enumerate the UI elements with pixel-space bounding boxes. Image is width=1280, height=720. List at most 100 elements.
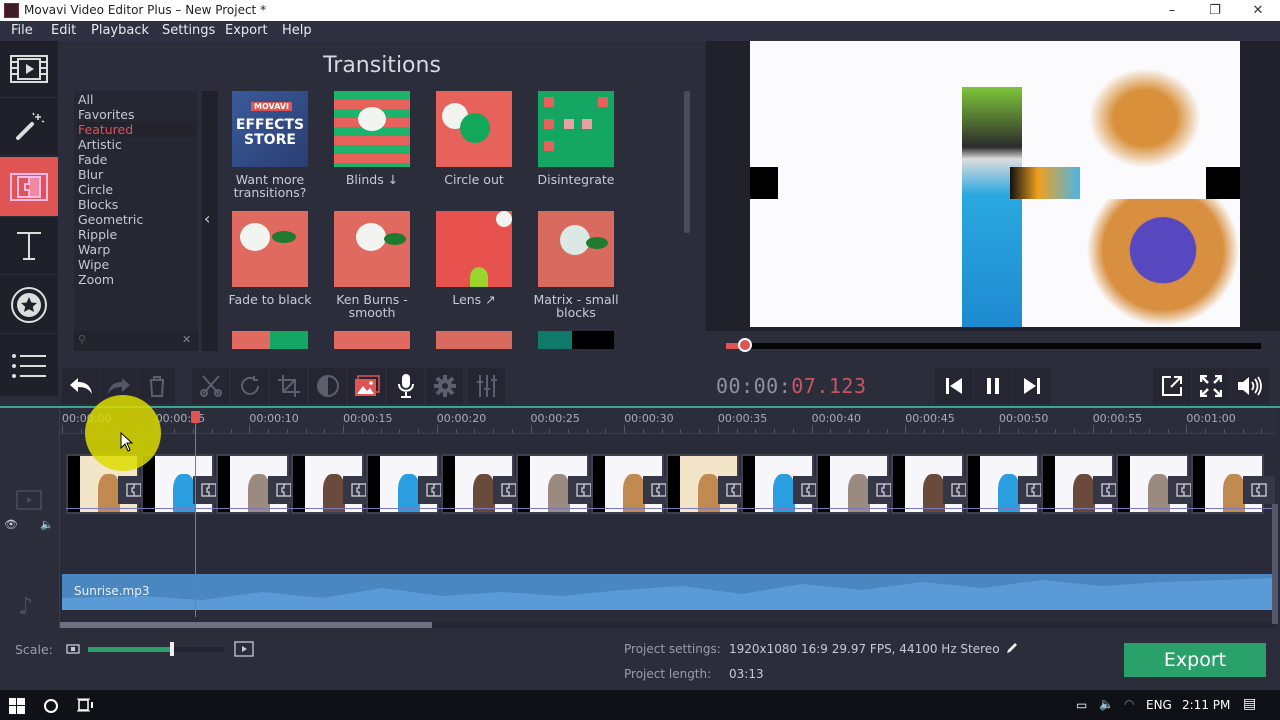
category-artistic[interactable]: Artistic <box>77 137 195 152</box>
tool-import-media[interactable] <box>0 41 58 98</box>
category-zoom[interactable]: Zoom <box>77 272 195 287</box>
menu-export[interactable]: Export <box>225 23 268 38</box>
pause-button[interactable] <box>974 368 1012 404</box>
category-blocks[interactable]: Blocks <box>77 197 195 212</box>
menu-settings[interactable]: Settings <box>162 23 215 38</box>
category-circle[interactable]: Circle <box>77 182 195 197</box>
menu-help[interactable]: Help <box>282 23 312 38</box>
previous-frame-button[interactable] <box>935 368 973 404</box>
ruler-tick <box>493 429 495 433</box>
speaker-icon[interactable]: 🔈 <box>40 518 54 531</box>
tile-effects-store[interactable]: MOVAVI EFFECTS STORE <box>232 91 308 167</box>
tool-transitions[interactable] <box>0 157 58 217</box>
crop-button[interactable] <box>270 368 307 404</box>
timeline-vscrollbar[interactable] <box>1272 504 1278 624</box>
action-center-icon[interactable]: ▤ <box>1243 696 1256 712</box>
record-voiceover-button[interactable] <box>387 368 424 404</box>
export-button[interactable]: Export <box>1124 643 1266 677</box>
seek-handle[interactable] <box>738 338 753 352</box>
clip-properties-button[interactable] <box>348 368 385 404</box>
tile-matrix-small-blocks[interactable] <box>538 211 614 287</box>
scale-slider-handle[interactable] <box>170 642 175 656</box>
project-length-label: Project length: <box>624 667 712 681</box>
tile-disintegrate[interactable] <box>538 91 614 167</box>
category-featured[interactable]: Featured <box>77 122 195 137</box>
next-frame-button[interactable] <box>1013 368 1051 404</box>
tile-partial[interactable] <box>538 331 614 349</box>
playhead[interactable] <box>191 411 200 617</box>
tile-partial[interactable] <box>232 331 308 349</box>
category-search-input[interactable]: ⚲ ✕ <box>74 331 198 351</box>
category-blur[interactable]: Blur <box>77 167 195 182</box>
fullscreen-button[interactable] <box>1192 368 1230 404</box>
menu-edit[interactable]: Edit <box>51 23 76 38</box>
collapse-categories-button[interactable]: ‹ <box>202 91 218 351</box>
audio-clip[interactable]: Sunrise.mp3 <box>62 574 1274 610</box>
preview-seek-bar[interactable] <box>706 331 1280 361</box>
ruler-tick <box>343 425 345 433</box>
color-adjust-button[interactable] <box>309 368 346 404</box>
clock[interactable]: 2:11 PM <box>1182 698 1230 712</box>
edit-pencil-icon[interactable] <box>1005 641 1019 655</box>
volume-button[interactable] <box>1231 368 1269 404</box>
ruler-tick <box>399 429 401 433</box>
menu-playback[interactable]: Playback <box>91 23 149 38</box>
restore-button[interactable]: ❐ <box>1193 0 1237 21</box>
tool-more[interactable] <box>0 337 58 394</box>
volume-tray-icon[interactable]: 🔈 <box>1099 697 1114 711</box>
ruler-tick <box>605 429 607 433</box>
menu-file[interactable]: File <box>11 23 33 38</box>
undo-button[interactable] <box>62 368 99 404</box>
language-indicator[interactable]: ENG <box>1146 698 1172 712</box>
tile-fade-to-black[interactable] <box>232 211 308 287</box>
search-clear-icon[interactable]: ✕ <box>182 333 191 346</box>
delete-button[interactable] <box>138 368 175 404</box>
tool-stickers[interactable] <box>0 277 58 334</box>
time-ruler[interactable]: 00:00:0000:00:0500:00:1000:00:1500:00:20… <box>60 408 1276 434</box>
zoom-out-icon[interactable] <box>66 644 80 654</box>
clip-thumbnail <box>998 474 1020 512</box>
split-button[interactable] <box>192 368 229 404</box>
zoom-in-icon[interactable] <box>234 641 254 657</box>
panel-scrollbar[interactable] <box>684 91 690 233</box>
category-wipe[interactable]: Wipe <box>77 257 195 272</box>
volume-icon <box>1238 376 1262 396</box>
close-button[interactable]: ✕ <box>1236 0 1280 21</box>
video-track <box>66 454 1276 516</box>
category-all[interactable]: All <box>77 92 195 107</box>
ruler-tick <box>530 425 532 433</box>
tile-ken-burns[interactable] <box>334 211 410 287</box>
track-headers: 👁 🔈 ♪ <box>0 408 60 630</box>
battery-icon[interactable]: ▭ <box>1076 698 1087 712</box>
track-volume-line <box>66 508 1276 509</box>
category-warp[interactable]: Warp <box>77 242 195 257</box>
cortana-icon[interactable] <box>43 698 59 714</box>
playhead-handle[interactable] <box>191 411 200 423</box>
task-view-icon[interactable] <box>77 698 93 712</box>
rotate-button[interactable] <box>231 368 268 404</box>
transition-icon <box>876 483 892 497</box>
minimize-button[interactable]: – <box>1150 0 1194 21</box>
tile-circle-out[interactable] <box>436 91 512 167</box>
windows-start-icon[interactable] <box>9 698 25 714</box>
category-favorites[interactable]: Favorites <box>77 107 195 122</box>
sticker-star-icon <box>11 287 47 323</box>
settings-button[interactable] <box>426 368 463 404</box>
ruler-tick <box>361 429 363 433</box>
tile-lens[interactable] <box>436 211 512 287</box>
eye-icon[interactable]: 👁 <box>4 518 18 531</box>
detach-preview-button[interactable] <box>1153 368 1191 404</box>
tile-partial[interactable] <box>436 331 512 349</box>
transition-marker[interactable] <box>1243 476 1275 504</box>
tile-blinds[interactable] <box>334 91 410 167</box>
category-fade[interactable]: Fade <box>77 152 195 167</box>
tool-filters[interactable] <box>0 99 58 156</box>
tool-titles[interactable] <box>0 218 58 275</box>
transition-icon <box>501 483 517 497</box>
category-ripple[interactable]: Ripple <box>77 227 195 242</box>
ruler-tick <box>211 429 213 433</box>
tile-partial[interactable] <box>334 331 410 349</box>
wifi-icon[interactable]: ◠ <box>1124 697 1134 711</box>
category-geometric[interactable]: Geometric <box>77 212 195 227</box>
equalizer-button[interactable] <box>468 368 505 404</box>
